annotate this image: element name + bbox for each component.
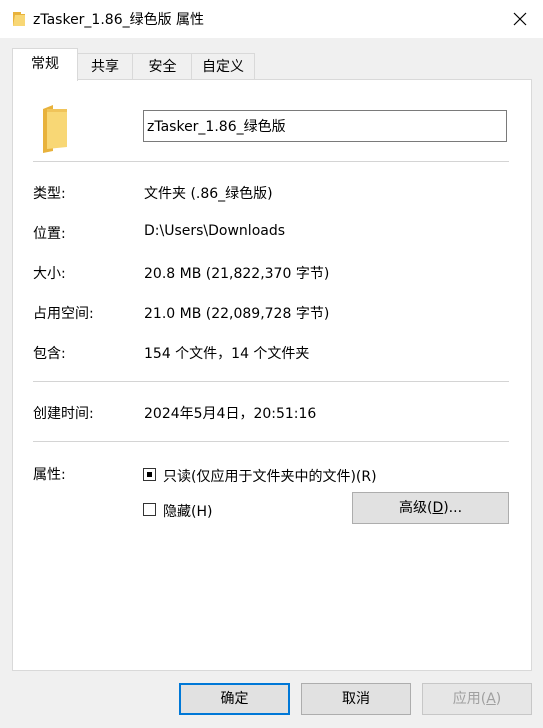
tab-general[interactable]: 常规 bbox=[12, 48, 78, 81]
close-icon bbox=[513, 12, 527, 26]
size-on-disk-label: 占用空间: bbox=[33, 306, 94, 322]
advanced-button-suffix: )... bbox=[443, 500, 463, 516]
size-label: 大小: bbox=[33, 266, 66, 282]
apply-button-text: 应用( bbox=[452, 691, 487, 707]
apply-button[interactable]: 应用(A) bbox=[422, 683, 532, 715]
title-bar: zTasker_1.86_绿色版 属性 bbox=[0, 0, 543, 38]
close-button[interactable] bbox=[497, 0, 543, 38]
apply-button-key: A bbox=[486, 691, 496, 707]
hidden-label[interactable]: 隐藏(H) bbox=[163, 501, 212, 521]
location-value: D:\Users\Downloads bbox=[144, 223, 286, 239]
divider bbox=[33, 441, 509, 442]
general-panel: 类型: 文件夹 (.86_绿色版) 位置: D:\Users\Downloads… bbox=[12, 79, 532, 671]
size-value: 20.8 MB (21,822,370 字节) bbox=[144, 266, 330, 282]
ok-button[interactable]: 确定 bbox=[179, 683, 290, 715]
tab-customize[interactable]: 自定义 bbox=[191, 53, 255, 80]
location-label: 位置: bbox=[33, 226, 66, 242]
created-value: 2024年5月4日，20:51:16 bbox=[144, 406, 317, 422]
contains-value: 154 个文件，14 个文件夹 bbox=[144, 346, 310, 362]
advanced-button[interactable]: 高级(D)... bbox=[352, 492, 509, 524]
tab-security[interactable]: 安全 bbox=[132, 53, 193, 80]
advanced-button-key: D bbox=[432, 500, 444, 516]
apply-button-suffix: ) bbox=[495, 691, 502, 707]
divider bbox=[33, 381, 509, 382]
created-label: 创建时间: bbox=[33, 406, 94, 422]
advanced-button-text: 高级( bbox=[398, 500, 433, 516]
contains-label: 包含: bbox=[33, 346, 66, 362]
type-value: 文件夹 (.86_绿色版) bbox=[144, 186, 273, 202]
window-title: zTasker_1.86_绿色版 属性 bbox=[33, 12, 205, 28]
readonly-label[interactable]: 只读(仅应用于文件夹中的文件)(R) bbox=[163, 466, 377, 486]
cancel-button[interactable]: 取消 bbox=[301, 683, 411, 715]
divider bbox=[33, 161, 509, 162]
folder-large-icon bbox=[41, 103, 71, 157]
type-label: 类型: bbox=[33, 186, 66, 202]
folder-name-input[interactable] bbox=[143, 110, 507, 142]
hidden-checkbox[interactable] bbox=[143, 503, 156, 516]
readonly-checkbox[interactable] bbox=[143, 468, 156, 481]
tab-sharing[interactable]: 共享 bbox=[76, 53, 134, 80]
indeterminate-mark bbox=[147, 472, 152, 477]
folder-icon bbox=[12, 11, 26, 31]
size-on-disk-value: 21.0 MB (22,089,728 字节) bbox=[144, 306, 330, 322]
attributes-label: 属性: bbox=[33, 467, 66, 483]
